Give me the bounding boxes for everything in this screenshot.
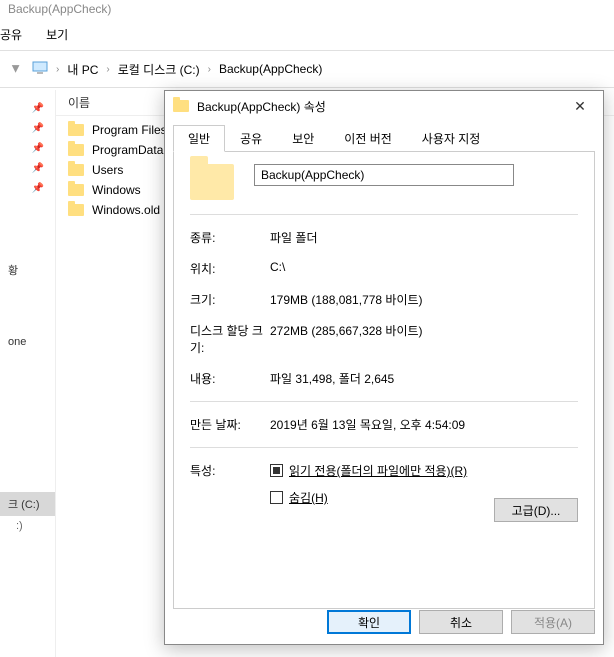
label-size: 크기: <box>190 291 270 308</box>
label-location: 위치: <box>190 260 270 277</box>
menu-bar: 공유 보기 <box>0 24 614 48</box>
properties-dialog: Backup(AppCheck) 속성 ✕ 일반 공유 보안 이전 버전 사용자… <box>164 90 604 645</box>
divider <box>190 401 578 402</box>
file-name: ProgramData <box>92 143 163 157</box>
side-status: 황 <box>0 258 55 282</box>
label-disk-size: 디스크 할당 크기: <box>190 322 270 356</box>
divider <box>190 214 578 215</box>
cancel-button[interactable]: 취소 <box>419 610 503 634</box>
advanced-button[interactable]: 고급(D)... <box>494 498 578 522</box>
side-drive-sub[interactable]: :) <box>0 516 55 536</box>
chevron-right-icon[interactable]: › <box>56 64 59 75</box>
crumb-pc[interactable]: 내 PC <box>67 61 98 78</box>
tab-security[interactable]: 보안 <box>277 125 329 152</box>
file-name: Program Files <box>92 123 167 137</box>
tab-customize[interactable]: 사용자 지정 <box>407 125 496 152</box>
folder-icon <box>68 164 84 176</box>
pin-icon[interactable]: 📌 <box>0 118 56 138</box>
file-name: Users <box>92 163 123 177</box>
tab-strip: 일반 공유 보안 이전 버전 사용자 지정 <box>165 121 603 152</box>
folder-icon <box>68 144 84 156</box>
checkbox-empty-icon <box>270 491 283 504</box>
nav-pane: 📌 📌 📌 📌 📌 황 one 크 (C:) :) <box>0 90 56 657</box>
divider <box>190 447 578 448</box>
checkbox-readonly[interactable]: 읽기 전용(폴더의 파일에만 적용)(R) <box>270 462 467 479</box>
dialog-title: Backup(AppCheck) 속성 <box>197 98 326 115</box>
dialog-buttons: 확인 취소 적용(A) <box>173 610 595 634</box>
tab-panel-general: 종류:파일 폴더 위치:C:\ 크기:179MB (188,081,778 바이… <box>173 151 595 609</box>
value-contains: 파일 31,498, 폴더 2,645 <box>270 370 578 387</box>
folder-icon <box>68 204 84 216</box>
dialog-titlebar[interactable]: Backup(AppCheck) 속성 ✕ <box>165 91 603 121</box>
side-drive[interactable]: 크 (C:) <box>0 492 55 516</box>
hidden-label: 숨김(H) <box>289 489 328 506</box>
value-size: 179MB (188,081,778 바이트) <box>270 291 578 308</box>
folder-icon <box>190 164 234 200</box>
menu-view[interactable]: 보기 <box>46 26 68 46</box>
folder-icon <box>68 184 84 196</box>
label-contains: 내용: <box>190 370 270 387</box>
menu-share[interactable]: 공유 <box>0 26 22 46</box>
value-created: 2019년 6월 13일 목요일, 오후 4:54:09 <box>270 416 578 433</box>
label-attributes: 특성: <box>190 462 270 479</box>
folder-icon <box>68 124 84 136</box>
checkbox-hidden[interactable]: 숨김(H) <box>270 489 328 506</box>
pin-icon[interactable]: 📌 <box>0 138 56 158</box>
file-name: Windows <box>92 183 141 197</box>
checkbox-indeterminate-icon <box>270 464 283 477</box>
pin-icon[interactable]: 📌 <box>0 178 56 198</box>
tab-previous-versions[interactable]: 이전 버전 <box>329 125 407 152</box>
file-name: Windows.old <box>92 203 160 217</box>
pin-icon[interactable]: 📌 <box>0 158 56 178</box>
close-icon[interactable]: ✕ <box>565 98 595 115</box>
label-created: 만든 날짜: <box>190 416 270 433</box>
toolbar: ▶ › 내 PC › 로컬 디스크 (C:) › Backup(AppCheck… <box>0 53 614 85</box>
side-one[interactable]: one <box>0 332 55 352</box>
ok-button[interactable]: 확인 <box>327 610 411 634</box>
tab-share[interactable]: 공유 <box>225 125 277 152</box>
divider <box>0 87 614 88</box>
crumb-drive[interactable]: 로컬 디스크 (C:) <box>118 61 200 78</box>
breadcrumb: › 내 PC › 로컬 디스크 (C:) › Backup(AppCheck) <box>52 61 610 78</box>
chevron-down-icon[interactable]: ▶ <box>4 57 28 81</box>
chevron-right-icon: › <box>208 64 211 75</box>
pin-icon[interactable]: 📌 <box>0 98 56 118</box>
pc-icon <box>32 61 48 78</box>
chevron-right-icon: › <box>106 64 109 75</box>
tab-general[interactable]: 일반 <box>173 125 225 152</box>
window-title: Backup(AppCheck) <box>0 0 614 24</box>
crumb-folder[interactable]: Backup(AppCheck) <box>219 62 322 76</box>
folder-icon <box>173 100 189 112</box>
apply-button[interactable]: 적용(A) <box>511 610 595 634</box>
value-disk-size: 272MB (285,667,328 바이트) <box>270 322 578 339</box>
value-location: C:\ <box>270 260 578 274</box>
label-type: 종류: <box>190 229 270 246</box>
divider <box>0 50 614 51</box>
folder-name-input[interactable] <box>254 164 514 186</box>
value-type: 파일 폴더 <box>270 229 578 246</box>
readonly-label: 읽기 전용(폴더의 파일에만 적용)(R) <box>289 462 467 479</box>
